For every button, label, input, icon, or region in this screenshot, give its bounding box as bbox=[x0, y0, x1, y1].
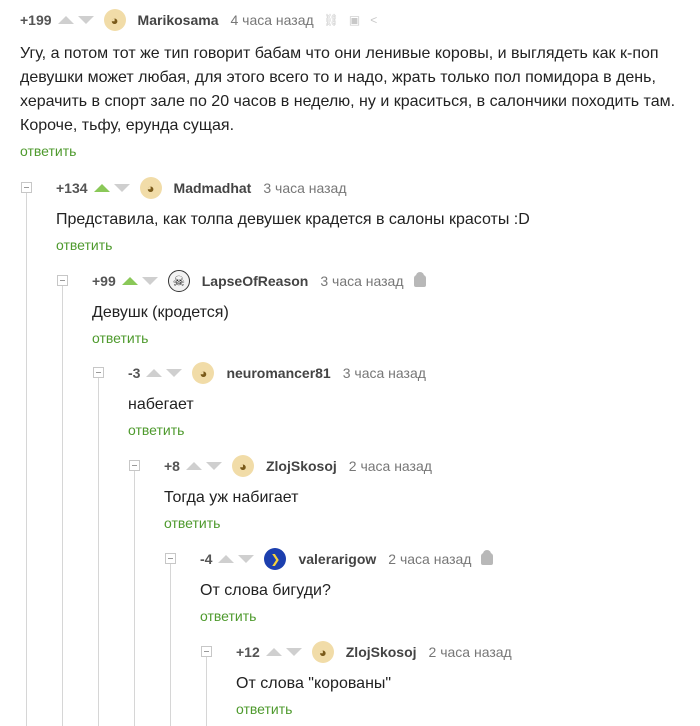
comment-thread: +199 ◕ Marikosama 4 часа назад ⛓ ▣ < Угу… bbox=[0, 0, 700, 726]
collapse-toggle-icon[interactable] bbox=[93, 367, 104, 378]
downvote-icon[interactable] bbox=[77, 16, 94, 24]
android-icon bbox=[481, 550, 494, 565]
blue-logo-avatar-icon[interactable]: ❯ bbox=[264, 548, 287, 570]
upvote-icon[interactable] bbox=[265, 648, 282, 656]
comment-author[interactable]: Marikosama bbox=[138, 12, 219, 28]
upvote-icon[interactable] bbox=[121, 277, 138, 285]
comment-text: набегает bbox=[128, 396, 194, 413]
comment: +134 ◕ Madmadhat 3 часа назад Представил… bbox=[0, 176, 700, 255]
comment-text: Тогда уж набигает bbox=[164, 489, 299, 506]
comment-time[interactable]: 3 часа назад bbox=[343, 365, 426, 381]
comment-rating: +12 bbox=[236, 644, 260, 660]
upvote-icon[interactable] bbox=[93, 184, 110, 192]
upvote-icon[interactable] bbox=[146, 369, 163, 377]
collapse-toggle-icon[interactable] bbox=[129, 460, 140, 471]
comment-text: Девушк (кродется) bbox=[92, 304, 229, 321]
android-icon bbox=[413, 272, 426, 287]
skull-avatar-icon[interactable]: ☠ bbox=[167, 270, 190, 292]
reply-link[interactable]: ответить bbox=[92, 330, 148, 346]
comment-text: Представила, как толпа девушек крадется … bbox=[56, 211, 530, 228]
comment: +12 ◕ ZlojSkosoj 2 часа назад От слова "… bbox=[0, 640, 700, 719]
comment-rating: +99 bbox=[92, 273, 116, 289]
downvote-icon[interactable] bbox=[285, 648, 302, 656]
collapse-toggle-icon[interactable] bbox=[165, 553, 176, 564]
anonymous-avatar-icon[interactable]: ◕ bbox=[231, 455, 254, 477]
comment-rating: -3 bbox=[128, 365, 141, 381]
upvote-icon[interactable] bbox=[218, 555, 235, 563]
downvote-icon[interactable] bbox=[113, 184, 130, 192]
comment: +99 ☠ LapseOfReason 3 часа назад Девушк … bbox=[0, 269, 700, 348]
reply-link[interactable]: ответить bbox=[164, 515, 220, 531]
downvote-icon[interactable] bbox=[141, 277, 158, 285]
comment: +199 ◕ Marikosama 4 часа назад ⛓ ▣ < Угу… bbox=[0, 8, 700, 161]
anonymous-avatar-icon[interactable]: ◕ bbox=[311, 641, 334, 663]
comment: -4 ❯ valerarigow 2 часа назад От слова б… bbox=[0, 547, 700, 626]
anonymous-avatar-icon[interactable]: ◕ bbox=[192, 362, 215, 384]
comment-rating: +8 bbox=[164, 458, 180, 474]
reply-link[interactable]: ответить bbox=[128, 422, 184, 438]
comment-text: От слова "корованы" bbox=[236, 675, 392, 692]
comment-time[interactable]: 2 часа назад bbox=[429, 644, 512, 660]
reply-link[interactable]: ответить bbox=[236, 701, 292, 717]
comment-time[interactable]: 3 часа назад bbox=[320, 273, 403, 289]
collapse-toggle-icon[interactable] bbox=[201, 646, 212, 657]
comment-author[interactable]: ZlojSkosoj bbox=[346, 644, 417, 660]
reply-link[interactable]: ответить bbox=[56, 237, 112, 253]
downvote-icon[interactable] bbox=[238, 555, 255, 563]
comment-rating: +199 bbox=[20, 12, 52, 28]
comment-author[interactable]: neuromancer81 bbox=[226, 365, 330, 381]
comment: +8 ◕ ZlojSkosoj 2 часа назад Тогда уж на… bbox=[0, 454, 700, 533]
comment-author[interactable]: LapseOfReason bbox=[202, 273, 309, 289]
save-icon[interactable]: ▣ bbox=[349, 14, 360, 26]
collapse-toggle-icon[interactable] bbox=[21, 182, 32, 193]
comment-time[interactable]: 3 часа назад bbox=[263, 180, 346, 196]
comment-rating: -4 bbox=[200, 551, 213, 567]
anonymous-avatar-icon[interactable]: ◕ bbox=[139, 177, 162, 199]
comment-text: От слова бигуди? bbox=[200, 582, 331, 599]
comment-author[interactable]: Madmadhat bbox=[174, 180, 252, 196]
reply-link[interactable]: ответить bbox=[20, 143, 76, 159]
upvote-icon[interactable] bbox=[57, 16, 74, 24]
anonymous-avatar-icon[interactable]: ◕ bbox=[103, 9, 126, 31]
downvote-icon[interactable] bbox=[205, 462, 222, 470]
reply-link[interactable]: ответить bbox=[200, 608, 256, 624]
comment-time[interactable]: 2 часа назад bbox=[349, 458, 432, 474]
comment-text: Угу, а потом тот же тип говорит бабам чт… bbox=[20, 45, 676, 134]
upvote-icon[interactable] bbox=[185, 462, 202, 470]
comment-author[interactable]: ZlojSkosoj bbox=[266, 458, 337, 474]
share-icon[interactable]: < bbox=[370, 14, 377, 26]
downvote-icon[interactable] bbox=[166, 369, 183, 377]
comment-time[interactable]: 4 часа назад bbox=[230, 12, 313, 28]
comment-author[interactable]: valerarigow bbox=[298, 551, 376, 567]
comment-time[interactable]: 2 часа назад bbox=[388, 551, 471, 567]
link-icon[interactable]: ⛓ bbox=[324, 14, 339, 26]
collapse-toggle-icon[interactable] bbox=[57, 275, 68, 286]
comment: -3 ◕ neuromancer81 3 часа назад набегает… bbox=[0, 361, 700, 440]
comment-rating: +134 bbox=[56, 180, 88, 196]
